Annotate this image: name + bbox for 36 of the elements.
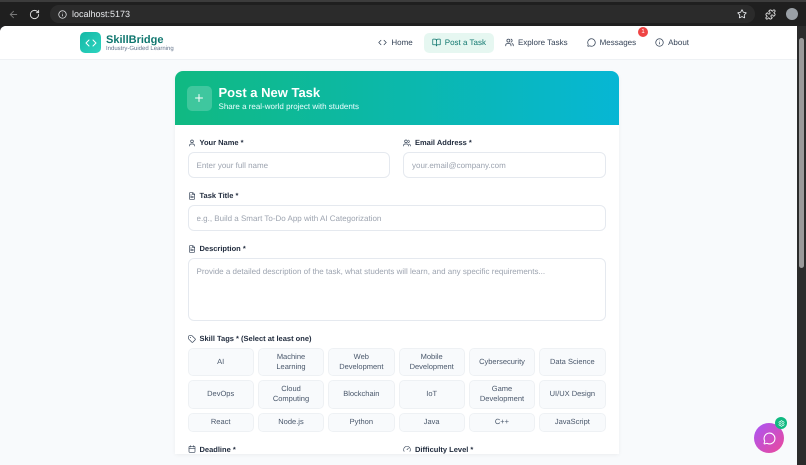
reload-icon[interactable] [29, 8, 40, 20]
document-icon [188, 244, 196, 252]
description-textarea[interactable]: Provide a detailed description of the task, what students will learn, and any specific requirements... [188, 258, 606, 321]
users-icon [504, 38, 514, 47]
star-icon[interactable] [737, 9, 747, 19]
document-icon [188, 192, 196, 200]
plus-icon [186, 86, 212, 110]
back-icon[interactable] [8, 8, 19, 20]
nav-link[interactable]: Home [370, 32, 421, 52]
address-bar[interactable]: localhost:5173 [50, 5, 755, 23]
brand-name: SkillBridge [106, 34, 164, 46]
chat-bubble-icon [586, 38, 596, 47]
info-icon [58, 10, 67, 18]
nav-link[interactable]: About [647, 32, 697, 52]
tag-icon [188, 334, 196, 342]
name-input[interactable]: Enter your full name [188, 152, 390, 178]
gear-icon [775, 417, 787, 429]
gauge-icon [403, 445, 411, 453]
info-icon [655, 38, 664, 47]
extension-icon[interactable] [765, 8, 776, 20]
nav-link[interactable]: Explore Tasks [496, 32, 576, 52]
form-title: Post a New Task [218, 85, 322, 100]
url-text: localhost:5173 [72, 9, 130, 19]
form-subtitle: Share a real-world project with students [218, 102, 360, 111]
profile-avatar[interactable] [786, 8, 798, 20]
chat-button[interactable] [754, 423, 784, 453]
book-icon [432, 38, 441, 47]
chat-bubble-icon [762, 432, 776, 444]
title-input[interactable]: e.g., Build a Smart To-Do App with AI Categorization [188, 205, 606, 231]
code-icon [378, 38, 388, 47]
user-icon [188, 138, 196, 146]
users-icon [403, 138, 411, 146]
calendar-icon [188, 445, 196, 453]
email-input[interactable]: your.email@company.com [403, 152, 606, 178]
nav-link[interactable]: Post a Task [424, 32, 494, 52]
logo-icon [80, 32, 101, 53]
